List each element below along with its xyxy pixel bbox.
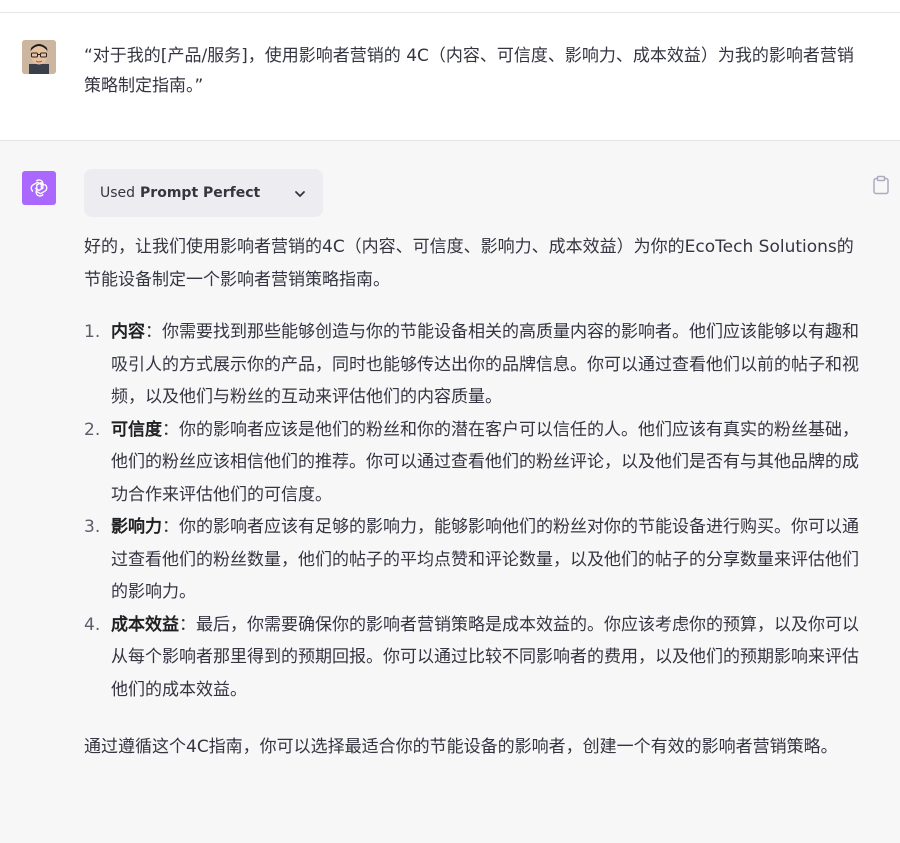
- user-message: “对于我的[产品/服务]，使用影响者营销的 4C（内容、可信度、影响力、成本效益…: [0, 13, 900, 141]
- list-item-number: 1.: [84, 322, 101, 342]
- list-item: 4. 成本效益：最后，你需要确保你的影响者营销策略是成本效益的。你应该考虑你的预…: [84, 609, 864, 707]
- openai-logo-icon: [22, 171, 56, 205]
- assistant-answer: 好的，让我们使用影响者营销的4C（内容、可信度、影响力、成本效益）为你的EcoT…: [84, 231, 864, 764]
- list-item-number: 2.: [84, 419, 101, 440]
- clipboard-icon[interactable]: [872, 175, 890, 195]
- top-divider: [0, 0, 900, 13]
- list-item-title: 内容: [111, 322, 145, 342]
- list-item-number: 4.: [84, 614, 101, 635]
- plugin-used-dropdown[interactable]: Used Prompt Perfect: [84, 169, 323, 217]
- list-item-text: ：你需要找到那些能够创造与你的节能设备相关的高质量内容的影响者。他们应该能够以有…: [111, 322, 859, 407]
- plugin-used-label: Used: [100, 185, 136, 201]
- plugin-name: Prompt Perfect: [140, 185, 261, 201]
- list-item-title: 可信度: [111, 419, 162, 440]
- user-avatar: [22, 40, 56, 74]
- list-item: 2. 可信度：你的影响者应该是他们的粉丝和你的潜在客户可以信任的人。他们应该有真…: [84, 414, 864, 512]
- list-item-text: ：最后，你需要确保你的影响者营销策略是成本效益的。你应该考虑你的预算，以及你可以…: [111, 614, 859, 700]
- chevron-down-icon: [293, 186, 307, 200]
- assistant-message: Used Prompt Perfect 好的，让我们使用影响者营销的4C（内容、…: [0, 141, 900, 843]
- list-item-text: ：你的影响者应该是他们的粉丝和你的潜在客户可以信任的人。他们应该有真实的粉丝基础…: [111, 419, 859, 505]
- list-item-title: 影响力: [111, 517, 162, 537]
- guideline-list: 1. 内容：你需要找到那些能够创造与你的节能设备相关的高质量内容的影响者。他们应…: [84, 316, 864, 706]
- list-item: 1. 内容：你需要找到那些能够创造与你的节能设备相关的高质量内容的影响者。他们应…: [84, 316, 864, 414]
- user-message-text: “对于我的[产品/服务]，使用影响者营销的 4C（内容、可信度、影响力、成本效益…: [84, 46, 854, 96]
- list-item-text: ：你的影响者应该有足够的影响力，能够影响他们的粉丝对你的节能设备进行购买。你可以…: [111, 517, 859, 602]
- answer-intro: 好的，让我们使用影响者营销的4C（内容、可信度、影响力、成本效益）为你的EcoT…: [84, 237, 854, 290]
- list-item-number: 3.: [84, 517, 101, 537]
- list-item-title: 成本效益: [111, 614, 179, 635]
- answer-conclusion: 通过遵循这个4C指南，你可以选择最适合你的节能设备的影响者，创建一个有效的影响者…: [84, 737, 838, 757]
- list-item: 3. 影响力：你的影响者应该有足够的影响力，能够影响他们的粉丝对你的节能设备进行…: [84, 511, 864, 609]
